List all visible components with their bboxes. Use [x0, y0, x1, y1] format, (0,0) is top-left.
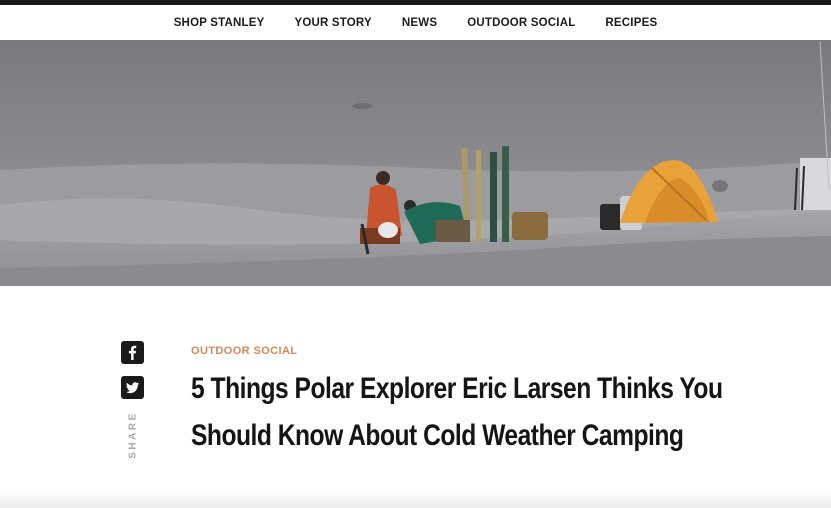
share-buttons: [121, 341, 145, 411]
nav-item-recipes[interactable]: RECIPES: [605, 17, 657, 29]
snow-camp-scene: [0, 40, 831, 286]
facebook-icon: [128, 345, 137, 360]
nav-item-outdoor-social[interactable]: OUTDOOR SOCIAL: [467, 17, 575, 29]
nav-item-your-story[interactable]: YOUR STORY: [294, 17, 371, 29]
article-category[interactable]: OUTDOOR SOCIAL: [191, 345, 297, 357]
article-title: 5 Things Polar Explorer Eric Larsen Thin…: [191, 372, 723, 452]
twitter-icon: [126, 382, 139, 394]
share-label-text: SHARE: [127, 411, 139, 459]
twitter-share-button[interactable]: [121, 376, 144, 399]
hero-image: [0, 40, 831, 286]
nav-item-shop-stanley[interactable]: SHOP STANLEY: [174, 17, 265, 29]
facebook-share-button[interactable]: [121, 341, 144, 364]
bottom-fade: [0, 488, 831, 508]
main-nav: SHOP STANLEY YOUR STORY NEWS OUTDOOR SOC…: [0, 5, 831, 40]
share-label: SHARE: [121, 411, 145, 459]
nav-item-news[interactable]: NEWS: [402, 17, 437, 29]
